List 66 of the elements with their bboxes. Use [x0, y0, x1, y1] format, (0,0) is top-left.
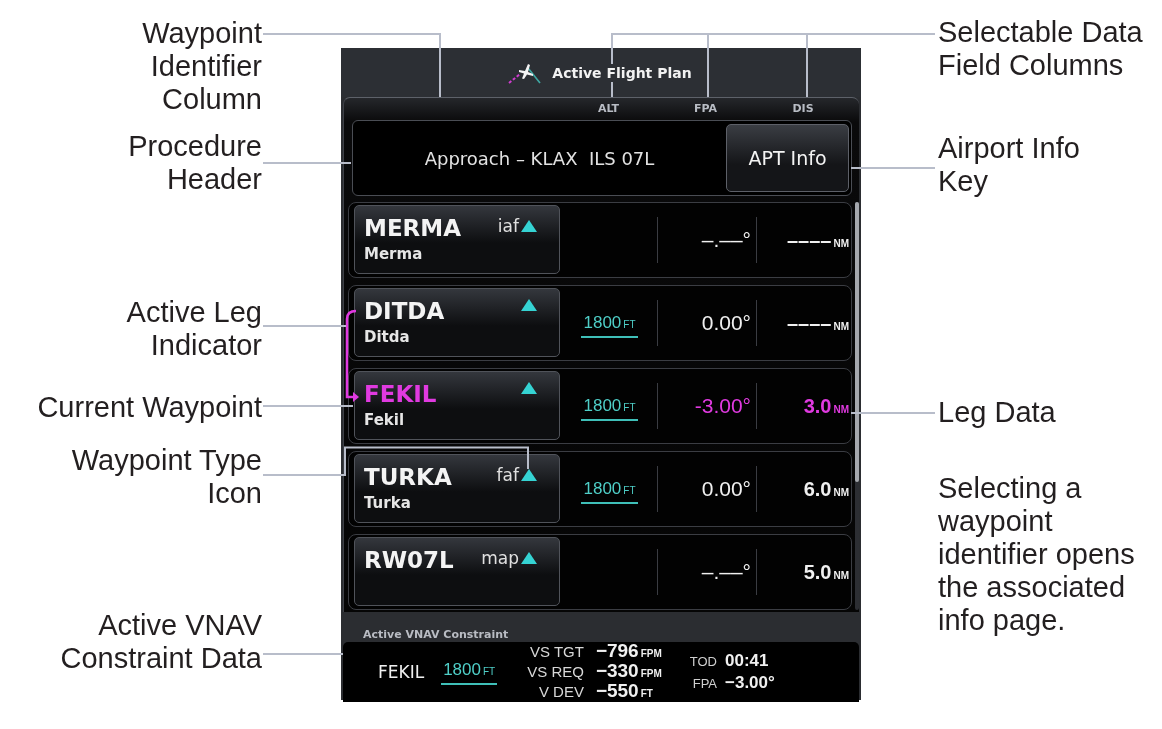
waypoint-identifier: FEKIL — [364, 380, 437, 408]
timing-value: −3.00° — [725, 673, 775, 693]
scrollbar-track[interactable] — [855, 202, 859, 610]
airplane-icon — [507, 61, 542, 84]
fpa-value: 0.00° — [701, 311, 751, 335]
fpa-value: 0.00° — [701, 477, 751, 501]
altitude-value[interactable]: 1800 FT — [581, 312, 638, 338]
waypoint-type: map — [481, 548, 519, 568]
triangle-icon — [521, 552, 537, 564]
waypoint-button[interactable]: MERMA iaf Merma — [354, 205, 560, 274]
column-header[interactable]: FPA — [693, 102, 718, 116]
waypoint-button[interactable]: FEKIL Fekil — [354, 371, 560, 440]
triangle-icon — [521, 469, 537, 481]
reading-label: VS REQ — [527, 663, 584, 680]
waypoint-type: iaf — [497, 216, 519, 236]
reading-value: −796 FPM — [595, 642, 662, 662]
note-text: Selecting a waypoint identifier opens the associated info page. — [938, 472, 1136, 637]
waypoint-identifier: RW07L — [364, 546, 454, 574]
waypoint-button[interactable]: RW07L map — [354, 537, 560, 606]
scrollbar-thumb[interactable] — [855, 202, 859, 482]
fpa-value: –.––° — [701, 228, 751, 252]
reading-value: −330 FPM — [595, 662, 662, 682]
triangle-icon — [521, 299, 537, 311]
fpa-value: –.––° — [701, 560, 751, 584]
timing-label: FPA — [691, 676, 717, 691]
distance-value: 3.0 NM — [803, 394, 849, 418]
apt-info-button[interactable]: APT Info — [726, 124, 849, 192]
constraint-altitude: 1800FT — [441, 659, 498, 685]
distance-value: 5.0 NM — [803, 560, 849, 584]
procedure-title: Approach – KLAX ILS 07L — [423, 147, 656, 169]
callout-label: Selectable Data Field Columns — [938, 16, 1144, 82]
waypoint-name: Turka — [364, 493, 412, 513]
fpa-value: -3.00° — [694, 394, 751, 418]
callout-label: Leg Data — [938, 396, 1057, 429]
waypoint-identifier: DITDA — [364, 297, 445, 325]
reading-value: −550 FT — [595, 682, 654, 702]
waypoint-type: faf — [496, 465, 519, 485]
triangle-icon — [521, 220, 537, 232]
waypoint-identifier: TURKA — [364, 463, 452, 491]
callout-label: Waypoint Type Icon — [70, 444, 262, 510]
timing-value: 00:41 — [725, 651, 770, 671]
callout-label: Waypoint Identifier Column — [141, 17, 262, 116]
reading-label: VS TGT — [529, 643, 584, 660]
waypoint-button[interactable]: DITDA Ditda — [354, 288, 560, 357]
triangle-icon — [521, 382, 537, 394]
callout-label: Active Leg Indicator — [125, 296, 262, 362]
reading-label: V DEV — [537, 683, 584, 700]
column-header[interactable]: DIS — [792, 102, 814, 116]
waypoint-name: Fekil — [364, 410, 406, 430]
waypoint-identifier: MERMA — [364, 214, 461, 242]
distance-value: 6.0 NM — [803, 477, 849, 501]
callout-label: Active VNAV Constraint Data — [59, 609, 262, 675]
column-header[interactable]: ALT — [597, 102, 620, 116]
waypoint-name: Ditda — [364, 327, 411, 347]
callout-label: Procedure Header — [127, 130, 262, 196]
altitude-value[interactable]: 1800 FT — [581, 478, 638, 504]
waypoint-name: Merma — [364, 244, 424, 264]
callout-label: Airport Info Key — [938, 132, 1081, 198]
waypoint-button[interactable]: TURKA faf Turka — [354, 454, 560, 523]
timing-label: TOD — [689, 654, 717, 669]
constraint-waypoint: FEKIL — [378, 662, 425, 682]
distance-value: ––––NM — [786, 311, 849, 335]
distance-value: ––––NM — [786, 228, 849, 252]
callout-label: Current Waypoint — [36, 391, 262, 424]
vnav-label: Active VNAV Constraint — [363, 628, 509, 642]
altitude-value[interactable]: 1800 FT — [581, 395, 638, 421]
